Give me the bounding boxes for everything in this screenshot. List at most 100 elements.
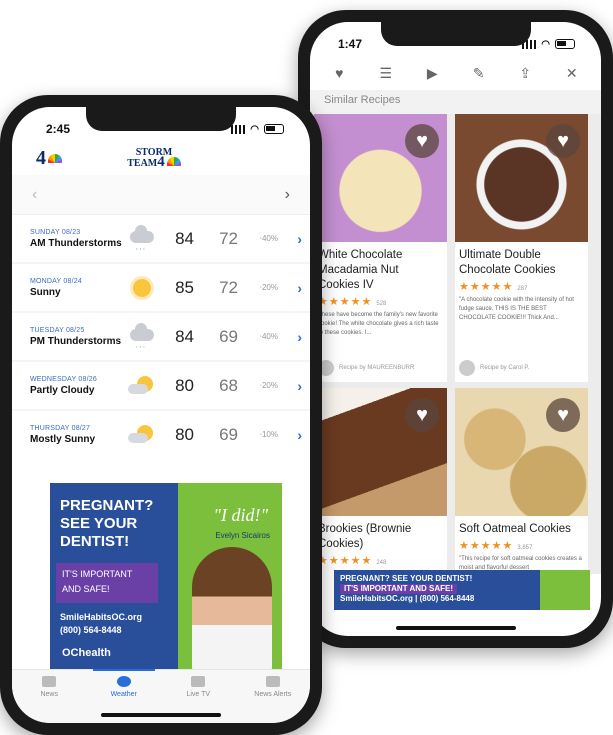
storm-team-logo: STORM TEAM4 bbox=[127, 148, 181, 170]
share-icon[interactable]: ⇪ bbox=[515, 65, 535, 82]
forecast-row[interactable]: WEDNESDAY 08/26 Partly Cloudy 80 68 ‧20% › bbox=[12, 362, 310, 409]
precip-chance: ‧40% bbox=[259, 332, 278, 341]
review-icon[interactable]: ✎ bbox=[469, 65, 489, 82]
ad-headline-3: DENTIST! bbox=[60, 533, 130, 550]
tab-label: News bbox=[40, 691, 58, 698]
rating-count: 528 bbox=[376, 301, 387, 307]
forecast-low: 69 bbox=[219, 424, 238, 444]
forecast-row[interactable]: SUNDAY 08/23 AM Thunderstorms ‚‚‚ 84 72 ‧40% › bbox=[12, 215, 310, 262]
banner-ad[interactable]: PREGNANT? SEE YOUR DENTIST! IT'S IMPORTA… bbox=[334, 570, 590, 610]
forecast-row[interactable]: TUESDAY 08/25 PM Thunderstorms ‚‚‚ 84 69 ‧40%… bbox=[12, 313, 310, 360]
recipe-title[interactable]: Ultimate Double Chocolate Cookies bbox=[455, 242, 588, 280]
avatar bbox=[459, 360, 475, 376]
chevron-right-icon[interactable]: › bbox=[278, 378, 302, 394]
close-icon[interactable]: ✕ bbox=[562, 65, 582, 82]
chevron-right-icon[interactable]: › bbox=[278, 427, 302, 443]
ad-photo bbox=[192, 547, 272, 677]
phone-notch bbox=[86, 107, 236, 131]
chevron-right-icon[interactable]: › bbox=[278, 231, 302, 247]
ad-callout-2: AND SAFE! bbox=[62, 584, 110, 594]
logo-number: 4 bbox=[36, 146, 46, 169]
forecast-row[interactable]: MONDAY 08/24 Sunny 85 72 ‧20% › bbox=[12, 264, 310, 311]
status-time: 2:45 bbox=[46, 122, 71, 136]
recipe-image: ♥ bbox=[455, 388, 588, 516]
precip-chance: ‧40% bbox=[259, 234, 278, 243]
recipe-grid: ♥ White Chocolate Macadamia Nut Cookies … bbox=[310, 114, 601, 574]
forecast-high: 80 bbox=[175, 424, 194, 444]
next-arrow-icon[interactable]: › bbox=[285, 186, 290, 204]
tab-label: Weather bbox=[110, 691, 137, 698]
forecast-condition: Partly Cloudy bbox=[30, 384, 95, 396]
news-icon bbox=[42, 676, 57, 687]
forecast-date: MONDAY 08/24 bbox=[30, 277, 82, 285]
wifi-icon: ◠ bbox=[541, 38, 550, 50]
recipe-desc: "A chocolate cookie with the intensity o… bbox=[459, 297, 574, 321]
peacock-icon bbox=[48, 153, 62, 163]
rating-count: 248 bbox=[376, 560, 387, 566]
recipes-screen: 1:47 ◠ ♥ ☰ ▶ ✎ ⇪ ✕ Similar Recipes ♥ Whi… bbox=[310, 22, 601, 636]
home-indicator bbox=[395, 626, 516, 630]
ad-headline-2: SEE YOUR bbox=[60, 515, 138, 532]
recipe-author: Recipe by MAUREENBURR bbox=[318, 360, 414, 376]
forecast-low: 68 bbox=[219, 375, 238, 395]
rating-stars: ★★★★★ 528 bbox=[318, 296, 387, 308]
weather-icon bbox=[116, 676, 131, 687]
favorite-heart-icon[interactable]: ♥ bbox=[405, 398, 439, 432]
recipe-image: ♥ bbox=[455, 114, 588, 242]
forecast-low: 72 bbox=[219, 277, 238, 297]
recipe-card[interactable]: ♥ Ultimate Double Chocolate Cookies ★★★★… bbox=[455, 114, 588, 382]
ad-headline: PREGNANT? SEE YOUR DENTIST! bbox=[60, 497, 153, 551]
heart-icon[interactable]: ♥ bbox=[329, 65, 349, 81]
tab-news-alerts[interactable]: News Alerts bbox=[243, 676, 303, 723]
thunder-cloud-icon: ‚‚‚ bbox=[128, 224, 158, 251]
play-icon[interactable]: ▶ bbox=[422, 65, 442, 82]
date-navigator: ‹ › bbox=[12, 175, 310, 215]
home-indicator bbox=[101, 713, 221, 717]
weather-screen: 2:45 ◠ 4 STORM TEAM4 ‹ › SUNDAY 08/23 AM T… bbox=[12, 107, 310, 723]
forecast-high: 84 bbox=[175, 326, 194, 346]
precip-chance: ‧20% bbox=[259, 283, 278, 292]
recipe-title[interactable]: White Chocolate Macadamia Nut Cookies IV bbox=[314, 242, 447, 295]
status-time: 1:47 bbox=[338, 37, 363, 51]
ad-name: Evelyn Sicairos bbox=[215, 531, 270, 540]
forecast-date: WEDNESDAY 08/26 bbox=[30, 375, 97, 383]
chevron-right-icon[interactable]: › bbox=[278, 280, 302, 296]
ad-photo bbox=[540, 570, 590, 610]
author-name: Recipe by MAUREENBURR bbox=[339, 365, 415, 371]
forecast-condition: Mostly Sunny bbox=[30, 433, 96, 445]
recipe-image: ♥ bbox=[314, 388, 447, 516]
banner-ad[interactable]: PREGNANT? SEE YOUR DENTIST! IT'S IMPORTANT… bbox=[50, 483, 282, 677]
ad-contact: SmileHabitsOC.org (800) 564-8448 bbox=[60, 611, 142, 637]
recipe-title[interactable]: Brookies (Brownie Cookies) bbox=[314, 516, 447, 554]
recipe-card[interactable]: ♥ Soft Oatmeal Cookies ★★★★★ 3,857 "This … bbox=[455, 388, 588, 574]
recipe-title[interactable]: Soft Oatmeal Cookies bbox=[455, 516, 588, 539]
chevron-right-icon[interactable]: › bbox=[278, 329, 302, 345]
recipe-toolbar: ♥ ☰ ▶ ✎ ⇪ ✕ bbox=[310, 56, 601, 90]
rating-stars: ★★★★★ 3,857 bbox=[459, 540, 533, 552]
recipe-image: ♥ bbox=[314, 114, 447, 242]
mostly-sunny-icon bbox=[128, 423, 158, 447]
recipe-card[interactable]: ♥ Brookies (Brownie Cookies) ★★★★★ 248 bbox=[314, 388, 447, 574]
tab-news[interactable]: News bbox=[19, 676, 79, 723]
favorite-heart-icon[interactable]: ♥ bbox=[546, 398, 580, 432]
forecast-date: SUNDAY 08/23 bbox=[30, 228, 81, 236]
forecast-row[interactable]: THURSDAY 08/27 Mostly Sunny 80 69 ‧10% › bbox=[12, 411, 310, 458]
forecast-date: THURSDAY 08/27 bbox=[30, 424, 91, 432]
favorite-heart-icon[interactable]: ♥ bbox=[546, 124, 580, 158]
forecast-condition: AM Thunderstorms bbox=[30, 237, 122, 249]
ad-quote: "I did!" bbox=[213, 505, 268, 525]
ad-callout: IT'S IMPORTANT AND SAFE! bbox=[56, 563, 158, 603]
recipe-card[interactable]: ♥ White Chocolate Macadamia Nut Cookies … bbox=[314, 114, 447, 382]
weather-phone: 2:45 ◠ 4 STORM TEAM4 ‹ › SUNDAY 08/23 AM T… bbox=[0, 95, 322, 735]
brand-number: 4 bbox=[157, 154, 165, 170]
forecast-high: 80 bbox=[175, 375, 194, 395]
marketing-stage: 1:47 ◠ ♥ ☰ ▶ ✎ ⇪ ✕ Similar Recipes ♥ Whi… bbox=[0, 0, 613, 735]
list-icon[interactable]: ☰ bbox=[376, 65, 396, 82]
forecast-high: 84 bbox=[175, 228, 194, 248]
ad-callout-1: IT'S IMPORTANT bbox=[62, 569, 133, 579]
battery-icon bbox=[555, 39, 575, 49]
prev-arrow-icon[interactable]: ‹ bbox=[32, 186, 37, 204]
rating-stars: ★★★★★ 248 bbox=[318, 555, 387, 567]
section-title: Similar Recipes bbox=[310, 90, 601, 114]
favorite-heart-icon[interactable]: ♥ bbox=[405, 124, 439, 158]
